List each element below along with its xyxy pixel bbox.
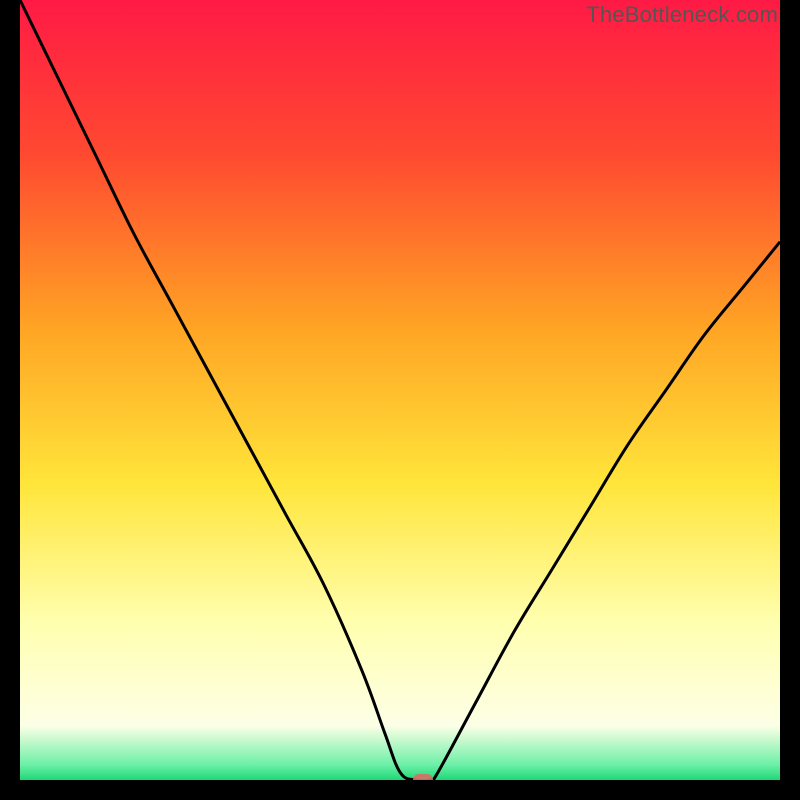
plot-area <box>20 0 780 780</box>
optimum-marker <box>413 774 433 780</box>
bottleneck-curve <box>20 0 780 780</box>
watermark-text: TheBottleneck.com <box>586 2 778 28</box>
frame: TheBottleneck.com <box>0 0 800 800</box>
